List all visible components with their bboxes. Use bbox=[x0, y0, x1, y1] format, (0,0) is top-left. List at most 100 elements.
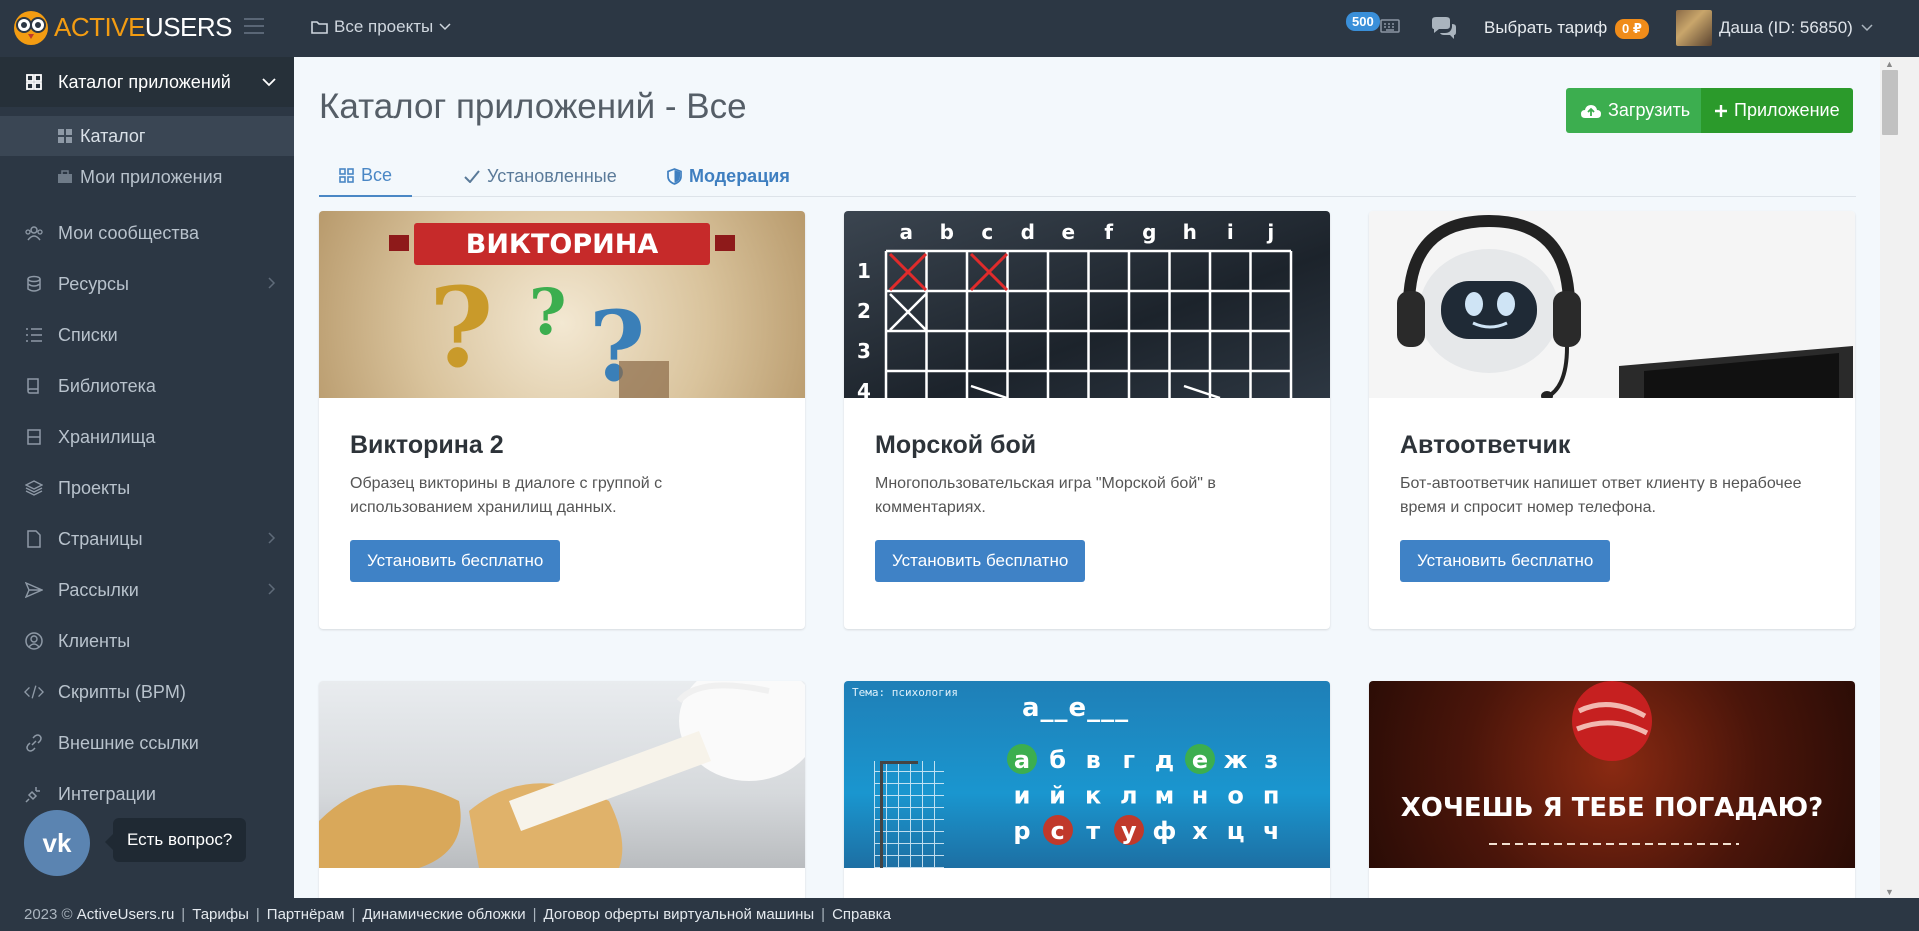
install-free-button[interactable]: Установить бесплатно bbox=[350, 540, 561, 582]
brand-name: ACTIVEUSERS bbox=[54, 11, 233, 42]
letter-cell: ц bbox=[1227, 817, 1245, 845]
letter-cell: л bbox=[1120, 782, 1138, 810]
sidebar-item-lists[interactable]: Списки bbox=[0, 310, 294, 360]
letter-cell: с bbox=[1050, 817, 1064, 845]
user-menu[interactable]: Даша (ID: 56850) bbox=[1719, 18, 1873, 38]
sidebar-item-library[interactable]: Библиотека bbox=[0, 361, 294, 411]
apps-icon bbox=[56, 127, 74, 145]
chevron-right-icon bbox=[268, 582, 276, 598]
chevron-down-icon bbox=[1861, 24, 1873, 32]
chat-icon[interactable] bbox=[1430, 16, 1458, 40]
scroll-up-arrow-icon[interactable]: ▲ bbox=[1885, 59, 1894, 69]
sidebar-item-clients[interactable]: Клиенты bbox=[0, 616, 294, 666]
chevron-right-icon bbox=[268, 276, 276, 292]
counter-badge: 500 bbox=[1346, 12, 1380, 31]
grid-col-label: i bbox=[1227, 220, 1234, 244]
letter-cell: к bbox=[1085, 782, 1101, 810]
footer-link-partners[interactable]: Партнёрам bbox=[267, 906, 345, 923]
footer-link-site[interactable]: ActiveUsers.ru bbox=[77, 906, 175, 923]
sidebar-item-scripts[interactable]: Скрипты (BPM) bbox=[0, 667, 294, 717]
tab-installed[interactable]: Установленные bbox=[464, 155, 617, 197]
chevron-down-icon bbox=[262, 74, 276, 90]
tab-all[interactable]: Все bbox=[319, 155, 413, 197]
letter-cell: ф bbox=[1152, 817, 1176, 845]
sidebar-subitem-catalog[interactable]: Каталог bbox=[0, 116, 294, 156]
projects-dropdown[interactable]: Все проекты bbox=[311, 17, 451, 37]
sidebar-item-app-catalog[interactable]: Каталог приложений bbox=[0, 57, 294, 107]
letter-cell: ж bbox=[1224, 746, 1248, 774]
battle-grid: a b c d e f g h i j 1 2 3 4 bbox=[857, 220, 1293, 398]
footer-link-help[interactable]: Справка bbox=[832, 906, 891, 923]
scrollbar[interactable] bbox=[1880, 57, 1919, 898]
sidebar-item-projects[interactable]: Проекты bbox=[0, 463, 294, 513]
fortune-teller-image: ХОЧЕШЬ Я ТЕБЕ ПОГАДАЮ? bbox=[1369, 681, 1855, 868]
grid-col-label: f bbox=[1104, 220, 1113, 244]
shield-icon bbox=[667, 167, 682, 185]
letter-cell: о bbox=[1227, 782, 1244, 810]
letter-cell: м bbox=[1155, 782, 1175, 810]
vk-logo-icon: vk bbox=[42, 827, 72, 858]
check-icon bbox=[464, 169, 480, 183]
avatar[interactable] bbox=[1676, 10, 1712, 46]
tab-moderation[interactable]: Модерация bbox=[667, 155, 790, 197]
letter-cell: д bbox=[1155, 746, 1174, 774]
letter-cell: т bbox=[1086, 817, 1100, 845]
copyright: 2023 © bbox=[24, 906, 73, 923]
send-icon bbox=[24, 580, 44, 600]
letter-cell: ч bbox=[1263, 817, 1279, 845]
cloud-upload-icon bbox=[1581, 104, 1601, 118]
file-icon bbox=[24, 529, 44, 549]
sidebar: Каталог приложений Каталог Мои приложени… bbox=[0, 57, 294, 898]
scroll-down-arrow-icon[interactable]: ▼ bbox=[1885, 887, 1894, 897]
grid-col-label: e bbox=[1061, 220, 1075, 244]
owl-logo-icon bbox=[14, 11, 48, 45]
app-description: Бот-автоответчик напишет ответ клиенту в… bbox=[1400, 475, 1802, 516]
footer-link-dynamic-covers[interactable]: Динамические обложки bbox=[362, 906, 525, 923]
grid-col-label: c bbox=[981, 220, 993, 244]
scroll-thumb[interactable] bbox=[1882, 70, 1898, 135]
fortune-text: ХОЧЕШЬ Я ТЕБЕ ПОГАДАЮ? bbox=[1400, 793, 1824, 823]
vk-tooltip[interactable]: Есть вопрос? bbox=[104, 818, 247, 862]
list-icon bbox=[24, 325, 44, 345]
layers-icon bbox=[24, 478, 44, 498]
letter-cell: р bbox=[1013, 817, 1030, 845]
sidebar-subitem-my-apps[interactable]: Мои приложения bbox=[0, 157, 294, 197]
sidebar-item-resources[interactable]: Ресурсы bbox=[0, 259, 294, 309]
keyboard-counter[interactable]: 500 bbox=[1346, 12, 1402, 44]
grid-row-label: 1 bbox=[857, 259, 871, 283]
letter-cell: б bbox=[1049, 746, 1066, 774]
apps-icon bbox=[339, 167, 354, 183]
logo[interactable]: ACTIVEUSERS bbox=[12, 7, 233, 47]
menu-toggle-icon[interactable] bbox=[244, 18, 264, 34]
vk-chat-button[interactable]: vk bbox=[24, 810, 90, 876]
app-card-fortune-teller: ХОЧЕШЬ Я ТЕБЕ ПОГАДАЮ? bbox=[1369, 681, 1855, 898]
app-description: Образец викторины в диалоге с группой с … bbox=[350, 475, 663, 516]
sidebar-item-pages[interactable]: Страницы bbox=[0, 514, 294, 564]
app-card-auto-responder: Автоответчик Бот-автоответчик напишет от… bbox=[1369, 211, 1855, 629]
install-free-button[interactable]: Установить бесплатно bbox=[1400, 540, 1611, 582]
balance-badge[interactable]: 0 ₽ bbox=[1615, 19, 1649, 39]
footer-link-tariffs[interactable]: Тарифы bbox=[192, 906, 249, 923]
grid-col-label: d bbox=[1021, 220, 1035, 244]
sidebar-item-mailings[interactable]: Рассылки bbox=[0, 565, 294, 615]
grid-row-label: 3 bbox=[857, 339, 871, 363]
app-description: Многопользовательская игра "Морской бой"… bbox=[875, 475, 1216, 516]
footer: 2023 © ActiveUsers.ru | Тарифы | Партнёр… bbox=[0, 898, 1919, 931]
letter-cell: з bbox=[1264, 746, 1278, 774]
user-circle-icon bbox=[24, 631, 44, 651]
choose-tariff-link[interactable]: Выбрать тариф bbox=[1484, 18, 1607, 38]
page-title: Каталог приложений - Все bbox=[319, 87, 747, 126]
plug-icon bbox=[24, 784, 44, 804]
sidebar-item-communities[interactable]: Мои сообщества bbox=[0, 208, 294, 258]
add-app-button[interactable]: Приложение bbox=[1701, 88, 1853, 133]
upload-button[interactable]: Загрузить bbox=[1566, 88, 1705, 133]
gallows-image: Тема: психология а__е___ абвгдежзийклмно… bbox=[844, 681, 1330, 868]
robot-image bbox=[1369, 211, 1855, 398]
footer-link-offer-contract[interactable]: Договор оферты виртуальной машины bbox=[544, 906, 815, 923]
sidebar-item-storage[interactable]: Хранилища bbox=[0, 412, 294, 462]
grid-col-label: g bbox=[1142, 220, 1156, 244]
letter-grid: а б в г д е ж з и й к л м н о п р с т у ф х ц ч bbox=[1007, 744, 1279, 845]
install-free-button[interactable]: Установить бесплатно bbox=[875, 540, 1086, 582]
app-title: Морской бой bbox=[875, 431, 1037, 459]
sidebar-item-external-links[interactable]: Внешние ссылки bbox=[0, 718, 294, 768]
